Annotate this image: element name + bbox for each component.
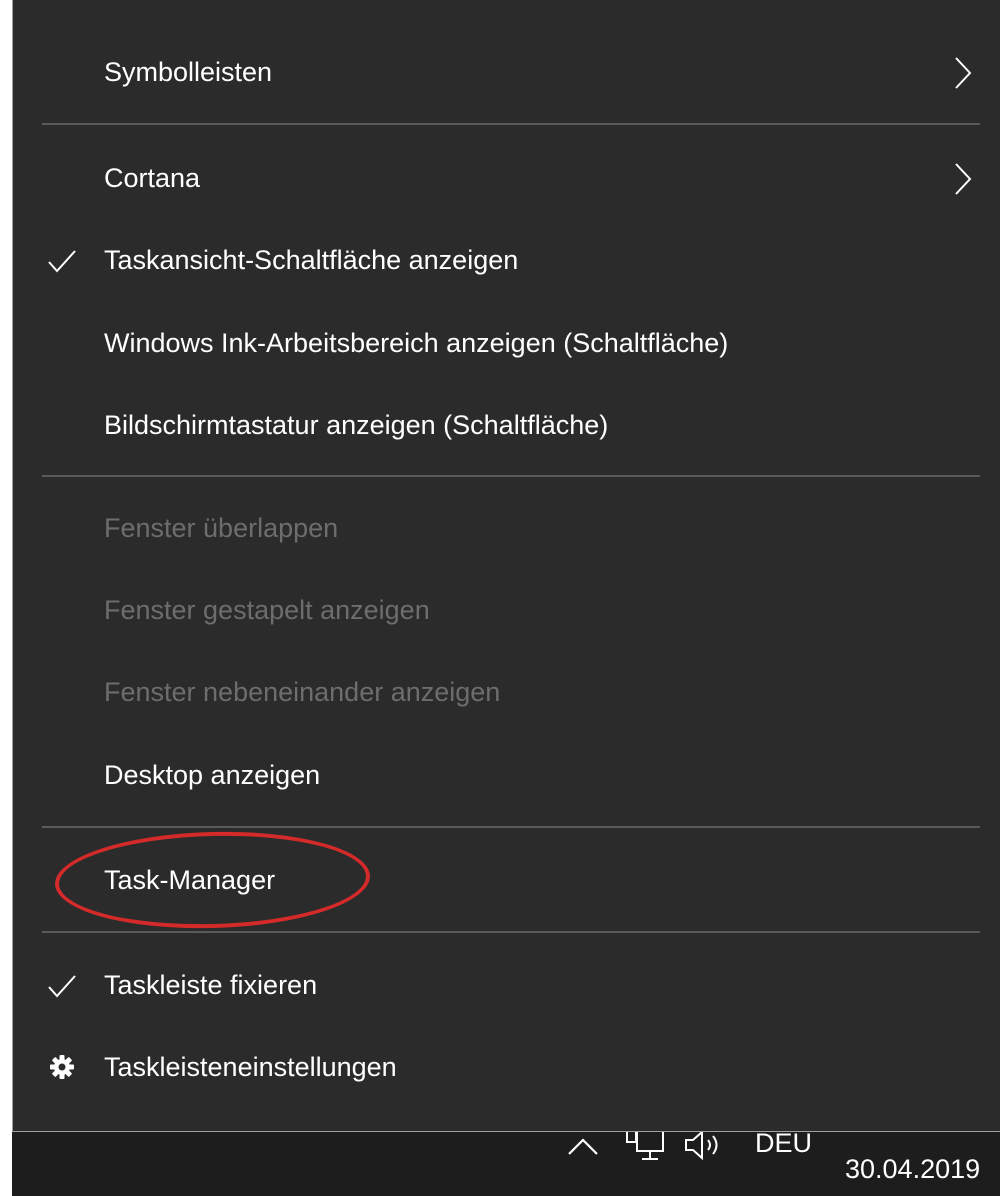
menu-separator — [42, 826, 980, 828]
menu-item-desktop-anzeigen[interactable]: Desktop anzeigen — [13, 745, 1000, 805]
chevron-up-icon[interactable] — [567, 1136, 599, 1156]
menu-item-bildschirmtastatur[interactable]: Bildschirmtastatur anzeigen (Schaltfläch… — [13, 395, 1000, 455]
menu-item-label: Symbolleisten — [104, 57, 273, 87]
menu-item-windows-ink[interactable]: Windows Ink-Arbeitsbereich anzeigen (Sch… — [13, 313, 1000, 373]
menu-item-taskansicht[interactable]: Taskansicht-Schaltfläche anzeigen — [13, 230, 1000, 290]
menu-item-label: Taskleisteneinstellungen — [104, 1052, 397, 1082]
menu-item-label: Desktop anzeigen — [104, 760, 321, 790]
chevron-right-icon — [955, 57, 972, 89]
menu-item-label: Fenster überlappen — [104, 513, 339, 543]
menu-item-label: Windows Ink-Arbeitsbereich anzeigen (Sch… — [104, 328, 729, 358]
menu-item-label: Bildschirmtastatur anzeigen (Schaltfläch… — [104, 410, 609, 440]
checkmark-icon — [48, 250, 76, 273]
volume-icon[interactable] — [682, 1128, 726, 1162]
network-icon[interactable] — [624, 1128, 666, 1164]
menu-item-label: Cortana — [104, 163, 201, 193]
checkmark-icon — [48, 975, 76, 998]
menu-item-label: Fenster nebeneinander anzeigen — [104, 677, 501, 707]
chevron-right-icon — [955, 163, 972, 195]
menu-separator — [42, 123, 980, 125]
menu-item-taskleiste-fixieren[interactable]: Taskleiste fixieren — [13, 955, 1000, 1015]
menu-item-cortana[interactable]: Cortana — [13, 148, 1000, 208]
menu-item-label: Fenster gestapelt anzeigen — [104, 595, 430, 625]
menu-item-taskleisteneinstellungen[interactable]: Taskleisteneinstellungen — [13, 1037, 1000, 1097]
menu-item-fenster-nebeneinander: Fenster nebeneinander anzeigen — [13, 662, 1000, 722]
menu-item-fenster-gestapelt: Fenster gestapelt anzeigen — [13, 580, 1000, 640]
menu-item-label: Taskleiste fixieren — [104, 970, 318, 1000]
taskbar-context-menu: Symbolleisten Cortana Taskansicht-Schalt… — [12, 0, 1000, 1132]
clock-date[interactable]: 30.04.2019 — [845, 1154, 980, 1185]
menu-item-label: Taskansicht-Schaltfläche anzeigen — [104, 245, 519, 275]
menu-separator — [42, 475, 980, 477]
gear-icon — [50, 1055, 74, 1079]
menu-separator — [42, 931, 980, 933]
language-indicator[interactable]: DEU — [755, 1128, 812, 1159]
menu-item-symbolleisten[interactable]: Symbolleisten — [13, 42, 1000, 102]
menu-item-fenster-ueberlappen: Fenster überlappen — [13, 498, 1000, 558]
